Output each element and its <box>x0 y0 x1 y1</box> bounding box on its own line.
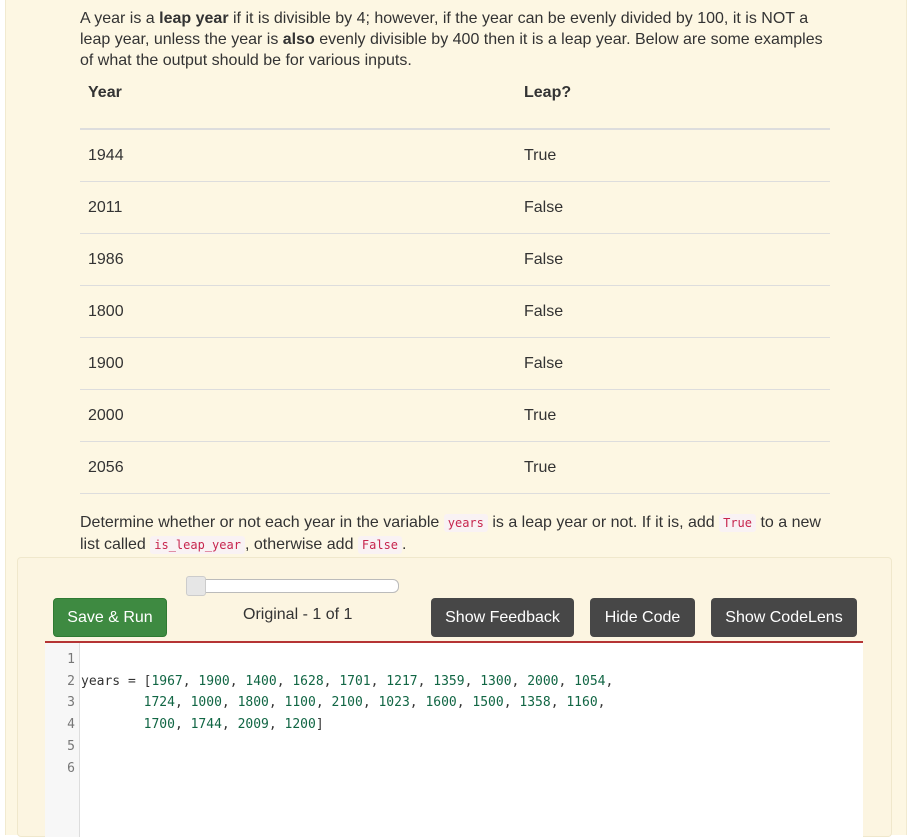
leap-cell: True <box>516 129 830 182</box>
year-cell: 2056 <box>80 441 516 494</box>
table-row: 1900 False <box>80 337 830 390</box>
show-codelens-button[interactable]: Show CodeLens <box>711 598 857 637</box>
line-number: 4 <box>67 717 75 733</box>
leap-cell: True <box>516 389 830 442</box>
examples-table: Year Leap? 1944 True 2011 False 1986 False 1800… <box>80 80 830 494</box>
code-line[interactable]: 1700, 1744, 2009, 1200] <box>81 717 324 732</box>
table-row: 1986 False <box>80 233 830 286</box>
intro-paragraph: A year is a leap year if it is divisible… <box>80 10 823 69</box>
line-number: 2 <box>67 673 75 689</box>
table-row: 2000 True <box>80 389 830 442</box>
year-cell: 2000 <box>80 389 516 442</box>
hide-code-button[interactable]: Hide Code <box>590 598 695 637</box>
slider-thumb[interactable] <box>186 576 206 596</box>
save-run-button[interactable]: Save & Run <box>53 598 167 637</box>
table-row: 2011 False <box>80 181 830 234</box>
line-number: 3 <box>67 695 75 711</box>
table-row: 1944 True <box>80 129 830 182</box>
header-leap: Leap? <box>516 80 830 130</box>
leap-cell: True <box>516 441 830 494</box>
leap-cell: False <box>516 285 830 338</box>
leap-cell: False <box>516 233 830 286</box>
year-cell: 2011 <box>80 181 516 234</box>
header-year: Year <box>80 80 516 130</box>
table-row: 1800 False <box>80 285 830 338</box>
year-cell: 1944 <box>80 129 516 182</box>
year-cell: 1986 <box>80 233 516 286</box>
task-paragraph: Determine whether or not each year in th… <box>80 514 821 554</box>
year-cell: 1900 <box>80 337 516 390</box>
line-gutter: 1 2 3 4 5 6 <box>45 643 80 837</box>
code-editor[interactable]: 1 2 3 4 5 6 years = [1967, 1900, 1400, 1628, … <box>45 641 863 837</box>
line-number: 1 <box>67 652 75 667</box>
code-line[interactable]: 1724, 1000, 1800, 1100, 2100, 1023, 1600… <box>81 695 606 710</box>
show-feedback-button[interactable]: Show Feedback <box>431 598 574 637</box>
leap-cell: False <box>516 181 830 234</box>
version-label: Original - 1 of 1 <box>243 606 353 623</box>
code-line[interactable]: years = [1967, 1900, 1400, 1628, 1701, 1… <box>81 674 613 689</box>
history-slider[interactable] <box>186 576 399 596</box>
leap-cell: False <box>516 337 830 390</box>
line-number: 5 <box>67 738 75 754</box>
table-row: 2056 True <box>80 441 830 494</box>
line-number: 6 <box>67 760 75 776</box>
year-cell: 1800 <box>80 285 516 338</box>
